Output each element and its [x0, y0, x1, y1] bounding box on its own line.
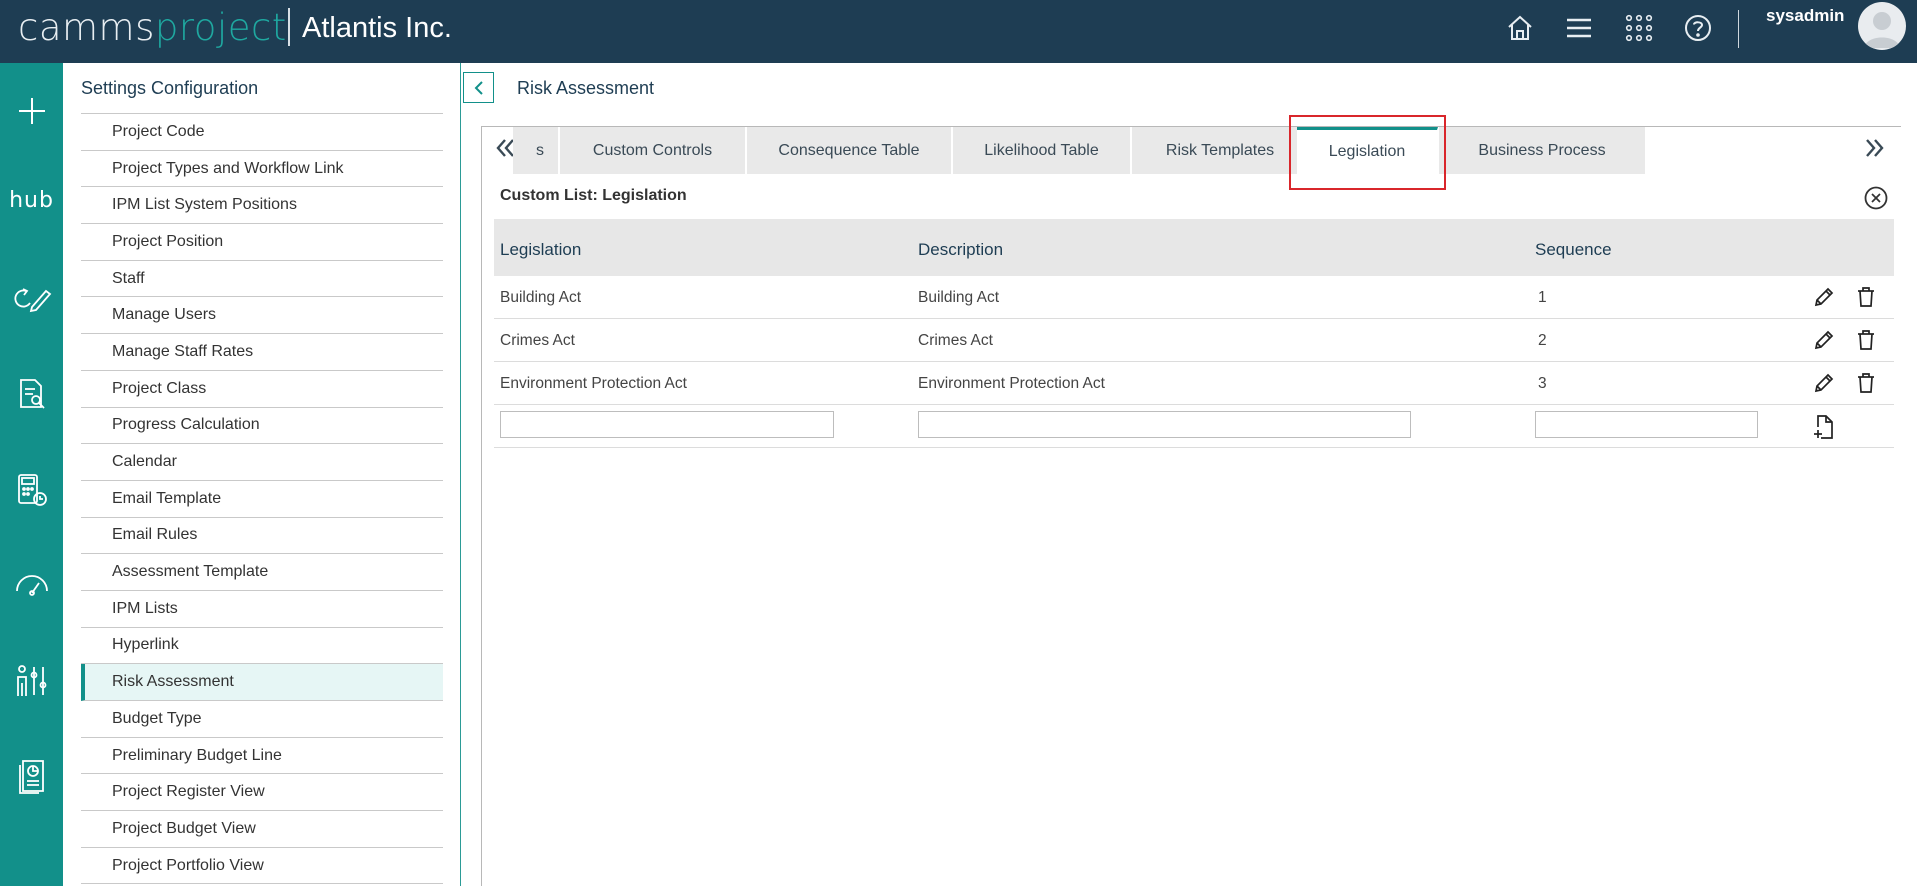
plus-icon[interactable] — [0, 86, 63, 136]
settings-item-project-code[interactable]: Project Code — [81, 114, 443, 151]
page-title: Risk Assessment — [517, 78, 655, 98]
cell-description: Environment Protection Act — [918, 375, 1105, 392]
home-icon[interactable] — [1503, 11, 1537, 45]
settings-item-ipm-lists[interactable]: IPM Lists — [81, 591, 443, 628]
help-icon[interactable] — [1681, 11, 1715, 45]
settings-item-manage-staff-rates[interactable]: Manage Staff Rates — [81, 334, 443, 371]
settings-item-project-register-view[interactable]: Project Register View — [81, 774, 443, 812]
settings-item-project-position[interactable]: Project Position — [81, 224, 443, 261]
calculator-clock-icon[interactable] — [0, 465, 63, 515]
settings-item-project-class[interactable]: Project Class — [81, 371, 443, 408]
left-rail: hub — [0, 63, 63, 886]
brand-logo[interactable]: cammsproject — [18, 6, 287, 49]
table-header: Legislation Description Sequence — [494, 219, 1894, 276]
close-icon[interactable] — [1864, 186, 1888, 210]
settings-item-staff[interactable]: Staff — [81, 261, 443, 298]
settings-item-ipm-list-system-positions[interactable]: IPM List System Positions — [81, 187, 443, 225]
table-row: Environment Protection Act Environment P… — [494, 362, 1894, 405]
tab-consequence-table[interactable]: Consequence Table — [747, 127, 952, 174]
settings-item-manage-users[interactable]: Manage Users — [81, 297, 443, 335]
brand-divider — [288, 8, 290, 46]
settings-list: Project Code Project Types and Workflow … — [81, 113, 443, 885]
edit-icon[interactable] — [1812, 371, 1836, 395]
report-icon[interactable] — [0, 751, 63, 801]
tab-legislation[interactable]: Legislation — [1297, 127, 1438, 174]
column-header-sequence: Sequence — [1535, 240, 1612, 259]
edit-icon[interactable] — [1812, 285, 1836, 309]
add-file-icon[interactable] — [1812, 414, 1836, 439]
new-sequence-input[interactable] — [1535, 411, 1758, 438]
settings-item-preliminary-budget-line[interactable]: Preliminary Budget Line — [81, 738, 443, 775]
apps-grid-icon[interactable] — [1622, 11, 1656, 45]
cell-sequence: 3 — [1538, 375, 1547, 392]
delete-icon[interactable] — [1854, 371, 1878, 395]
hub-icon[interactable]: hub — [0, 175, 63, 225]
edit-icon[interactable] — [1812, 328, 1836, 352]
settings-item-email-template[interactable]: Email Template — [81, 481, 443, 518]
settings-item-project-budget-view[interactable]: Project Budget View — [81, 811, 443, 848]
company-name: Atlantis Inc. — [302, 12, 452, 44]
new-row — [494, 405, 1894, 448]
settings-item-project-portfolio-view[interactable]: Project Portfolio View — [81, 848, 443, 885]
cell-description: Crimes Act — [918, 332, 993, 349]
gauge-icon[interactable] — [0, 561, 63, 611]
tab-custom-controls[interactable]: Custom Controls — [560, 127, 746, 174]
tab-scroll-right-icon[interactable] — [1860, 134, 1888, 162]
cell-description: Building Act — [918, 289, 999, 306]
people-settings-icon[interactable] — [0, 656, 63, 706]
settings-item-calendar[interactable]: Calendar — [81, 444, 443, 481]
menu-icon[interactable] — [1562, 11, 1596, 45]
settings-item-project-types[interactable]: Project Types and Workflow Link — [81, 151, 443, 188]
tab-likelihood-table[interactable]: Likelihood Table — [953, 127, 1131, 174]
settings-item-risk-assessment[interactable]: Risk Assessment — [81, 664, 443, 701]
tab-business-process[interactable]: Business Process — [1439, 127, 1646, 174]
settings-title: Settings Configuration — [81, 78, 259, 98]
cell-legislation: Crimes Act — [500, 332, 575, 349]
delete-icon[interactable] — [1854, 328, 1878, 352]
new-description-input[interactable] — [918, 411, 1411, 438]
top-header: cammsproject Atlantis Inc. sysadmin — [0, 0, 1917, 63]
settings-item-assessment-template[interactable]: Assessment Template — [81, 554, 443, 591]
cell-sequence: 2 — [1538, 332, 1547, 349]
header-divider — [1738, 10, 1739, 48]
tab-risk-templates[interactable]: Risk Templates — [1132, 127, 1309, 174]
settings-item-email-rules[interactable]: Email Rules — [81, 518, 443, 555]
avatar[interactable] — [1858, 2, 1906, 50]
table-row: Crimes Act Crimes Act 2 — [494, 319, 1894, 362]
new-legislation-input[interactable] — [500, 411, 834, 438]
delete-icon[interactable] — [1854, 285, 1878, 309]
column-header-legislation: Legislation — [500, 240, 582, 259]
settings-item-progress-calculation[interactable]: Progress Calculation — [81, 408, 443, 445]
document-search-icon[interactable] — [0, 369, 63, 419]
edit-cycle-icon[interactable] — [0, 273, 63, 323]
cell-sequence: 1 — [1538, 289, 1547, 306]
list-caption: Custom List: Legislation — [500, 187, 687, 204]
cell-legislation: Building Act — [500, 289, 581, 306]
username[interactable]: sysadmin — [1766, 6, 1844, 26]
column-header-description: Description — [918, 240, 1004, 259]
tab-partial[interactable]: s — [513, 127, 559, 174]
collapse-panel-button[interactable] — [463, 72, 494, 103]
cell-legislation: Environment Protection Act — [500, 375, 687, 392]
table-row: Building Act Building Act 1 — [494, 276, 1894, 319]
settings-item-budget-type[interactable]: Budget Type — [81, 701, 443, 738]
settings-panel: Settings Configuration Project Code Proj… — [63, 63, 461, 886]
legislation-table: Legislation Description Sequence Buildin… — [494, 219, 1894, 448]
settings-item-hyperlink[interactable]: Hyperlink — [81, 628, 443, 665]
